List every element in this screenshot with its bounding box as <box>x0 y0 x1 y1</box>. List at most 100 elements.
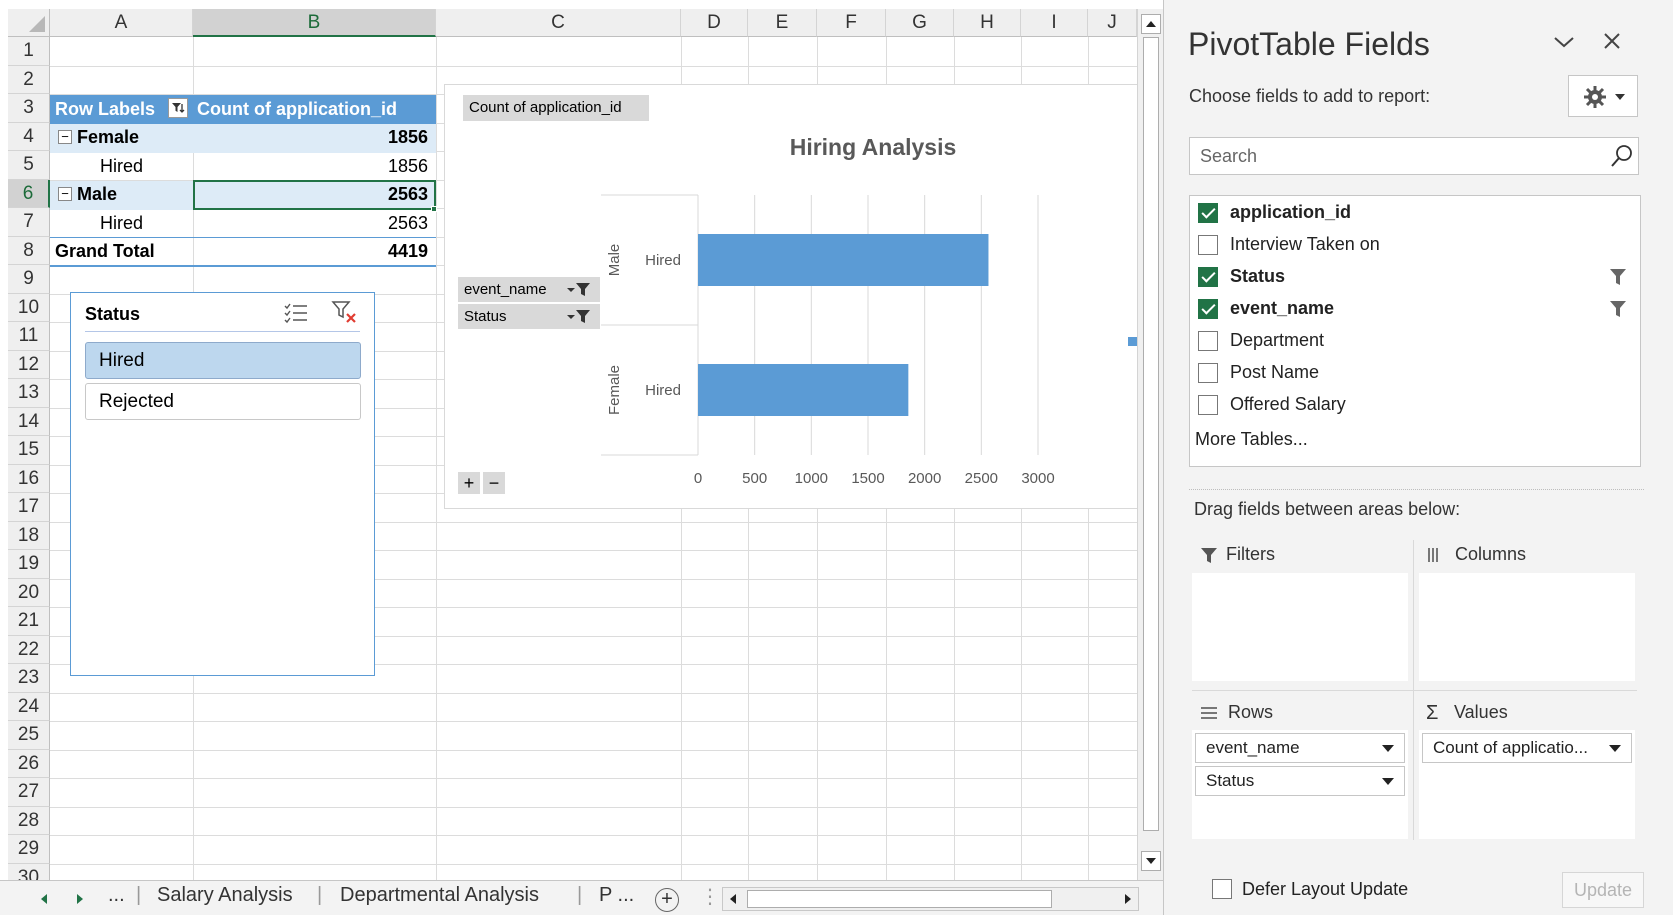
scroll-tabs-left-icon[interactable] <box>38 892 50 906</box>
slicer-item-rejected[interactable]: Rejected <box>85 383 361 420</box>
column-header-f[interactable]: F <box>817 9 886 37</box>
scroll-up-button[interactable] <box>1141 14 1161 34</box>
row-header-10[interactable]: 10 <box>8 293 50 322</box>
tab-more[interactable]: P ... <box>599 884 634 907</box>
row-header-29[interactable]: 29 <box>8 835 50 864</box>
row-header-17[interactable]: 17 <box>8 493 50 522</box>
vertical-scroll-thumb[interactable] <box>1143 37 1159 831</box>
field-search-input[interactable] <box>1189 137 1639 175</box>
row-header-15[interactable]: 15 <box>8 436 50 465</box>
rows-field-status[interactable]: Status <box>1195 766 1405 796</box>
chart-resize-handle[interactable] <box>1128 337 1137 346</box>
active-cell-b6[interactable] <box>193 180 436 210</box>
column-header-i[interactable]: I <box>1021 9 1088 37</box>
fill-handle[interactable] <box>431 206 437 212</box>
clear-filter-icon[interactable] <box>331 299 359 325</box>
worksheet[interactable]: ABCDEFGHIJ 1 2 3 4 5 6 7 8 9 10 11 12 13 14 15 16 17 18 19… <box>0 0 1150 880</box>
row-header-25[interactable]: 25 <box>8 721 50 750</box>
rows-drop-area[interactable]: event_name Status <box>1192 730 1408 839</box>
field-checkbox[interactable] <box>1198 395 1218 415</box>
chevron-down-icon[interactable] <box>1552 34 1576 50</box>
field-checkbox[interactable] <box>1198 203 1218 223</box>
scroll-down-button[interactable] <box>1141 851 1161 871</box>
row-header-24[interactable]: 24 <box>8 692 50 721</box>
more-tables-link[interactable]: More Tables... <box>1195 429 1308 450</box>
row-header-26[interactable]: 26 <box>8 749 50 778</box>
row-header-1[interactable]: 1 <box>8 37 50 66</box>
chart-title: Hiring Analysis <box>790 134 957 160</box>
field-checkbox[interactable] <box>1198 267 1218 287</box>
row-header-12[interactable]: 12 <box>8 350 50 379</box>
add-sheet-button[interactable]: + <box>655 888 679 912</box>
row-header-3[interactable]: 3 <box>8 94 50 123</box>
areas-separator <box>1189 489 1644 490</box>
filter-icon[interactable] <box>1608 299 1628 319</box>
slicer-item-hired[interactable]: Hired <box>85 342 361 379</box>
bar <box>698 364 909 416</box>
field-status[interactable]: Status <box>1198 264 1628 290</box>
row-header-18[interactable]: 18 <box>8 521 50 550</box>
row-header-9[interactable]: 9 <box>8 265 50 294</box>
column-header-a[interactable]: A <box>50 9 193 37</box>
row-header-13[interactable]: 13 <box>8 379 50 408</box>
tab-departmental-analysis[interactable]: Departmental Analysis <box>340 884 539 907</box>
row-header-19[interactable]: 19 <box>8 550 50 579</box>
values-drop-area[interactable]: Count of applicatio... <box>1419 730 1635 839</box>
select-all-corner[interactable] <box>8 9 50 37</box>
row-header-4[interactable]: 4 <box>8 122 50 151</box>
scroll-tabs-right-icon[interactable] <box>74 892 86 906</box>
row-header-8[interactable]: 8 <box>8 236 50 265</box>
field-checkbox[interactable] <box>1198 363 1218 383</box>
horizontal-scroll-thumb[interactable] <box>747 890 1052 908</box>
tools-button[interactable] <box>1568 75 1638 117</box>
close-icon[interactable] <box>1602 31 1622 51</box>
row-header-30[interactable]: 30 <box>8 863 50 880</box>
values-field-count[interactable]: Count of applicatio... <box>1422 733 1632 763</box>
horizontal-scrollbar[interactable] <box>722 887 1139 911</box>
filters-drop-area[interactable] <box>1192 573 1408 681</box>
field-event-name[interactable]: event_name <box>1198 296 1628 322</box>
tabs-splitter[interactable]: ⋮ <box>700 884 720 909</box>
filter-icon[interactable] <box>1608 267 1628 287</box>
row-header-23[interactable]: 23 <box>8 664 50 693</box>
row-header-28[interactable]: 28 <box>8 806 50 835</box>
row-header-20[interactable]: 20 <box>8 578 50 607</box>
column-header-b[interactable]: B <box>193 9 436 37</box>
column-header-c[interactable]: C <box>436 9 681 37</box>
column-header-h[interactable]: H <box>954 9 1021 37</box>
field-checkbox[interactable] <box>1198 235 1218 255</box>
row-header-11[interactable]: 11 <box>8 322 50 351</box>
multi-select-icon[interactable] <box>283 301 309 325</box>
triangle-left-icon[interactable] <box>726 892 740 906</box>
update-button[interactable]: Update <box>1562 872 1644 908</box>
tabs-ellipsis[interactable]: ... <box>108 884 125 907</box>
row-header-5[interactable]: 5 <box>8 151 50 180</box>
row-header-27[interactable]: 27 <box>8 778 50 807</box>
triangle-right-icon[interactable] <box>1121 892 1135 906</box>
field-checkbox[interactable] <box>1198 299 1218 319</box>
column-header-g[interactable]: G <box>886 9 954 37</box>
tab-salary-analysis[interactable]: Salary Analysis <box>157 884 293 907</box>
row-header-14[interactable]: 14 <box>8 407 50 436</box>
defer-layout-checkbox[interactable] <box>1212 879 1232 899</box>
collapse-female-button[interactable]: − <box>58 130 72 144</box>
sigma-icon: Σ <box>1426 702 1439 724</box>
row-header-7[interactable]: 7 <box>8 208 50 237</box>
row-header-21[interactable]: 21 <box>8 607 50 636</box>
status-slicer[interactable]: Status Hired Rejected <box>70 292 375 676</box>
row-header-16[interactable]: 16 <box>8 464 50 493</box>
columns-drop-area[interactable] <box>1419 573 1635 681</box>
row-header-6[interactable]: 6 <box>8 179 50 208</box>
pivot-chart[interactable]: Count of application_id event_name Statu… <box>444 84 1150 509</box>
column-header-j[interactable]: J <box>1088 9 1137 37</box>
column-header-e[interactable]: E <box>748 9 817 37</box>
search-icon[interactable] <box>1610 143 1634 169</box>
row-header-22[interactable]: 22 <box>8 635 50 664</box>
field-checkbox[interactable] <box>1198 331 1218 351</box>
row-labels-filter-button[interactable] <box>168 98 188 118</box>
row-header-2[interactable]: 2 <box>8 65 50 94</box>
rows-field-event-name[interactable]: event_name <box>1195 733 1405 763</box>
collapse-male-button[interactable]: − <box>58 187 72 201</box>
column-header-d[interactable]: D <box>681 9 748 37</box>
vertical-scrollbar[interactable] <box>1137 9 1163 880</box>
